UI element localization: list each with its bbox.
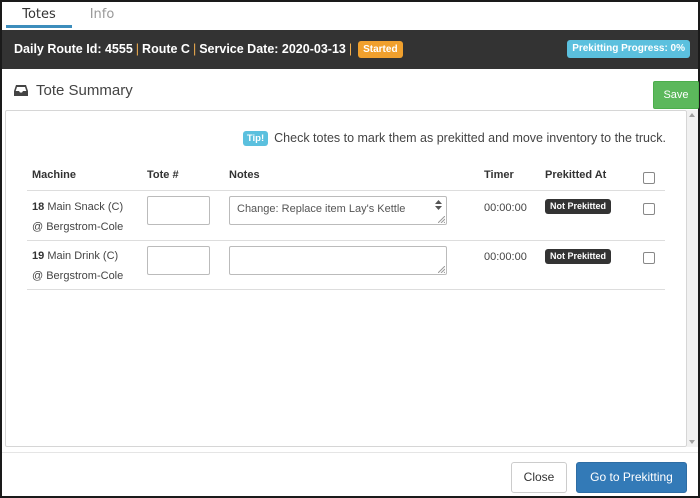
separator: | [192, 42, 197, 56]
column-header-notes: Notes [229, 169, 260, 181]
panel-scrollbar[interactable] [687, 110, 698, 447]
column-header-machine: Machine [32, 169, 77, 181]
tote-number-input[interactable] [147, 196, 210, 225]
machine-number: 19 [32, 250, 45, 262]
notes-text: Change: Replace item Lay's Kettle [237, 203, 406, 215]
scroll-down-icon[interactable] [689, 440, 695, 444]
prekitted-status-badge: Not Prekitted [545, 249, 612, 264]
separator: | [135, 42, 140, 56]
machine-cell: 18 Main Snack (C) @ Bergstrom-Cole [32, 197, 123, 237]
scroll-arrows-icon[interactable] [435, 200, 442, 210]
prekitted-status-badge: Not Prekitted [545, 199, 612, 214]
service-date: Service Date: 2020-03-13 [199, 42, 346, 56]
row-checkbox[interactable] [643, 252, 655, 264]
machine-name: Main Drink (C) [47, 250, 119, 262]
machine-cell: 19 Main Drink (C) @ Bergstrom-Cole [32, 246, 123, 286]
row-divider [27, 289, 665, 290]
machine-number: 18 [32, 201, 45, 213]
section-title-text: Tote Summary [36, 82, 133, 99]
inbox-icon [14, 85, 28, 96]
go-to-prekitting-button[interactable]: Go to Prekitting [576, 462, 687, 493]
route-id: Daily Route Id: 4555 [14, 42, 133, 56]
tab-totes[interactable]: Totes [6, 4, 72, 28]
separator: | [348, 42, 353, 56]
route-header: Daily Route Id: 4555 | Route C | Service Dat… [2, 30, 698, 69]
column-header-prekitted-at: Prekitted At [545, 169, 607, 181]
scroll-up-icon[interactable] [689, 113, 695, 117]
timer-value: 00:00:00 [484, 251, 527, 263]
tab-info[interactable]: Info [72, 4, 132, 28]
timer-value: 00:00:00 [484, 202, 527, 214]
machine-location: @ Bergstrom-Cole [32, 221, 124, 233]
route-info: Daily Route Id: 4555 | Route C | Service Dat… [14, 30, 403, 69]
column-header-timer: Timer [484, 169, 514, 181]
column-header-tote: Tote # [147, 169, 179, 181]
save-button[interactable]: Save [653, 81, 699, 109]
machine-name: Main Snack (C) [47, 201, 124, 213]
route-name: Route C [142, 42, 190, 56]
notes-textarea[interactable] [229, 246, 447, 275]
tote-number-input[interactable] [147, 246, 210, 275]
resize-grip-icon[interactable] [438, 266, 445, 273]
notes-textarea[interactable]: Change: Replace item Lay's Kettle [229, 196, 447, 225]
section-title: Tote Summary [14, 80, 133, 102]
tip-badge: Tip! [242, 131, 269, 146]
close-button[interactable]: Close [511, 462, 567, 493]
row-checkbox[interactable] [643, 203, 655, 215]
tip-text: Check totes to mark them as prekitted an… [274, 131, 666, 145]
tote-summary-panel: Tip! Check totes to mark them as prekitte… [5, 110, 687, 447]
resize-grip-icon[interactable] [438, 216, 445, 223]
tab-bar: Totes Info [2, 2, 698, 29]
prekitting-progress-badge: Prekitting Progress: 0% [567, 40, 690, 58]
footer-divider [2, 452, 698, 453]
tip-message: Tip! Check totes to mark them as prekitte… [242, 131, 666, 146]
select-all-checkbox[interactable] [643, 172, 655, 184]
machine-location: @ Bergstrom-Cole [32, 270, 124, 282]
status-badge: Started [358, 41, 403, 58]
row-divider [27, 240, 665, 241]
header-divider [27, 190, 665, 191]
